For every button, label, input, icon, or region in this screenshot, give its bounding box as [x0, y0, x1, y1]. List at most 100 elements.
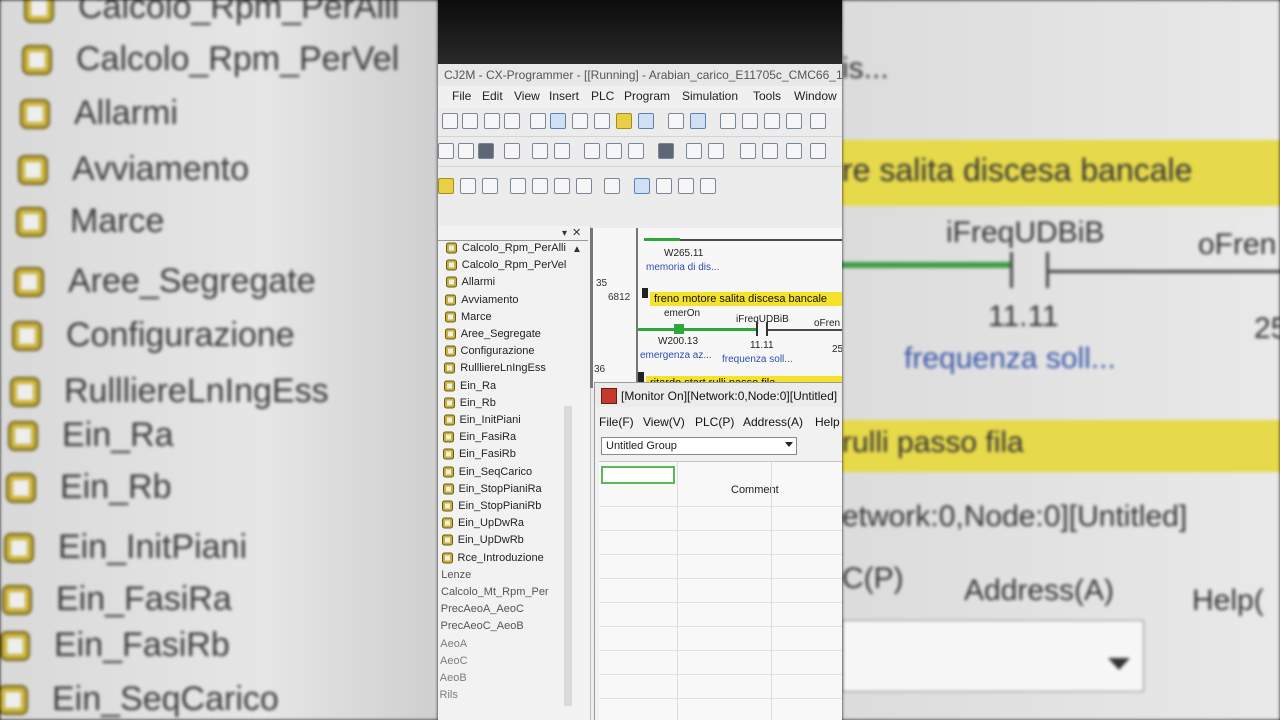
menu-insert[interactable]: Insert — [549, 89, 579, 103]
compare-icon[interactable] — [504, 143, 520, 159]
tree-item-label: Aree_Segregate — [460, 328, 541, 340]
monitor-menu-address[interactable]: Address(A) — [743, 415, 803, 429]
io-table-icon[interactable] — [690, 113, 706, 129]
run-icon[interactable] — [438, 178, 454, 194]
tree-item[interactable]: Calcolo_Rpm_PerVel — [445, 259, 566, 271]
menu-view[interactable]: View — [514, 89, 540, 103]
memory-icon[interactable] — [668, 113, 684, 129]
monitor-menu-file[interactable]: File(F) — [599, 415, 634, 429]
tree-item[interactable]: Calcolo_Rpm_PerAlli — [446, 242, 566, 254]
tree-item[interactable]: Ein_InitPiani — [443, 414, 521, 426]
zoom-out-icon[interactable] — [504, 113, 520, 129]
tree-item-label: Rce_Introduzione — [457, 551, 544, 564]
paste-icon[interactable] — [628, 143, 644, 159]
tree-item[interactable]: Marce — [445, 311, 492, 323]
tree-item[interactable]: Avviamento — [445, 294, 519, 306]
tree-item[interactable]: Configurazione — [444, 345, 535, 357]
tree-item[interactable]: AeoB — [440, 672, 467, 684]
print-icon[interactable] — [532, 143, 548, 159]
scroll-up-icon[interactable]: ▲ — [572, 244, 582, 255]
force-off-icon[interactable] — [532, 178, 548, 194]
tree-item[interactable]: PrecAeoA_AeoC — [441, 603, 524, 615]
tree-item[interactable]: Ein_UpDwRb — [441, 534, 524, 546]
coil-icon[interactable] — [810, 113, 826, 129]
watch-icon[interactable] — [638, 113, 654, 129]
program-view-icon[interactable] — [616, 113, 632, 129]
settings-icon[interactable] — [550, 113, 566, 129]
tree-item[interactable]: Ein_FasiRb — [443, 448, 516, 460]
redo-icon[interactable] — [708, 143, 724, 159]
tree-item[interactable]: Ein_SeqCarico — [442, 466, 532, 478]
menu-simulation[interactable]: Simulation — [682, 89, 738, 103]
cut-icon[interactable] — [584, 143, 600, 159]
tree-item[interactable]: PrecAeoC_AeoB — [441, 620, 524, 632]
monitor-menu-plc[interactable]: PLC(P) — [695, 415, 734, 429]
tree-item[interactable]: Rce_Introduzione — [441, 551, 544, 564]
zoom-text: iFreqUDBiB — [946, 216, 1105, 249]
save-icon[interactable] — [478, 143, 494, 159]
contact-no-icon[interactable] — [742, 113, 758, 129]
stop-icon[interactable] — [460, 178, 476, 194]
replace-icon[interactable] — [762, 143, 778, 159]
tree-item[interactable]: RullliereLnIngEss — [444, 362, 546, 374]
watch-grid[interactable]: Comment — [599, 461, 842, 720]
network-icon[interactable] — [786, 143, 802, 159]
menu-window[interactable]: Window — [794, 89, 837, 103]
contact-emeron[interactable] — [674, 324, 684, 334]
online-edit-send-icon[interactable] — [656, 178, 672, 194]
copy-icon[interactable] — [606, 143, 622, 159]
tree-scrollbar[interactable] — [564, 406, 572, 706]
menu-edit[interactable]: Edit — [482, 89, 503, 103]
tree-item[interactable]: Ein_UpDwRa — [442, 517, 524, 529]
menu-file[interactable]: File — [452, 89, 471, 103]
zoom-fit-icon[interactable] — [484, 113, 500, 129]
tree-item[interactable]: AeoA — [440, 638, 467, 650]
monitor-menu-view[interactable]: View(V) — [643, 415, 685, 429]
tree-item[interactable]: AeoC — [440, 655, 468, 667]
zoom-icon[interactable] — [442, 113, 458, 129]
set-value-icon[interactable] — [576, 178, 592, 194]
tree-item[interactable]: Rils — [440, 689, 458, 701]
open-folder-icon[interactable] — [458, 143, 474, 159]
online-icon[interactable] — [658, 143, 674, 159]
group-select[interactable]: Untitled Group — [601, 437, 797, 455]
menu-tools[interactable]: Tools — [753, 89, 781, 103]
force-on-icon[interactable] — [510, 178, 526, 194]
menu-program[interactable]: Program — [624, 89, 670, 103]
undo-icon[interactable] — [686, 143, 702, 159]
tree-item[interactable]: Lenze — [441, 569, 471, 581]
tree-item[interactable]: Ein_FasiRa — [443, 431, 516, 443]
tree-item[interactable]: Ein_StopPianiRb — [442, 500, 541, 512]
or-contact-icon[interactable] — [786, 113, 802, 129]
tree-item[interactable]: Aree_Segregate — [444, 328, 541, 340]
find-icon[interactable] — [740, 143, 756, 159]
tree-item[interactable]: Ein_Ra — [444, 380, 496, 392]
tree-item[interactable]: Allarmi — [445, 276, 495, 288]
select-cursor-icon[interactable] — [720, 113, 736, 129]
tree-item[interactable]: Ein_StopPianiRa — [442, 483, 542, 495]
zoom-wire — [1048, 270, 1280, 273]
monitor-mode-icon[interactable] — [482, 178, 498, 194]
grid-icon[interactable] — [530, 113, 546, 129]
online-edit-icon[interactable] — [634, 178, 650, 194]
window-titlebar[interactable]: CJ2M - CX-Programmer - [[Running] - Arab… — [438, 64, 842, 86]
print-preview-icon[interactable] — [554, 143, 570, 159]
app-window: CJ2M - CX-Programmer - [[Running] - Arab… — [438, 0, 842, 720]
menu-plc[interactable]: PLC — [591, 89, 614, 103]
online-edit-check-icon[interactable] — [700, 178, 716, 194]
force-cancel-icon[interactable] — [554, 178, 570, 194]
list-icon[interactable] — [572, 113, 588, 129]
transfer-icon[interactable] — [810, 143, 826, 159]
monitor-menu-help[interactable]: Help — [815, 415, 840, 429]
monitor-titlebar[interactable]: [Monitor On][Network:0,Node:0][Untitled] — [595, 383, 842, 407]
selected-cell[interactable] — [601, 466, 675, 484]
zoom-in-icon[interactable] — [462, 113, 478, 129]
online-edit-cancel-icon[interactable] — [678, 178, 694, 194]
new-icon[interactable] — [438, 143, 454, 159]
tree-item[interactable]: Ein_Rb — [443, 397, 496, 409]
differential-icon[interactable] — [604, 178, 620, 194]
tree-item[interactable]: Calcolo_Mt_Rpm_Per — [441, 586, 549, 598]
contact-nc-icon[interactable] — [764, 113, 780, 129]
ladder-editor[interactable]: W265.11 memoria di dis... 35 6812 freno … — [590, 228, 842, 390]
cross-reference-icon[interactable] — [594, 113, 610, 129]
